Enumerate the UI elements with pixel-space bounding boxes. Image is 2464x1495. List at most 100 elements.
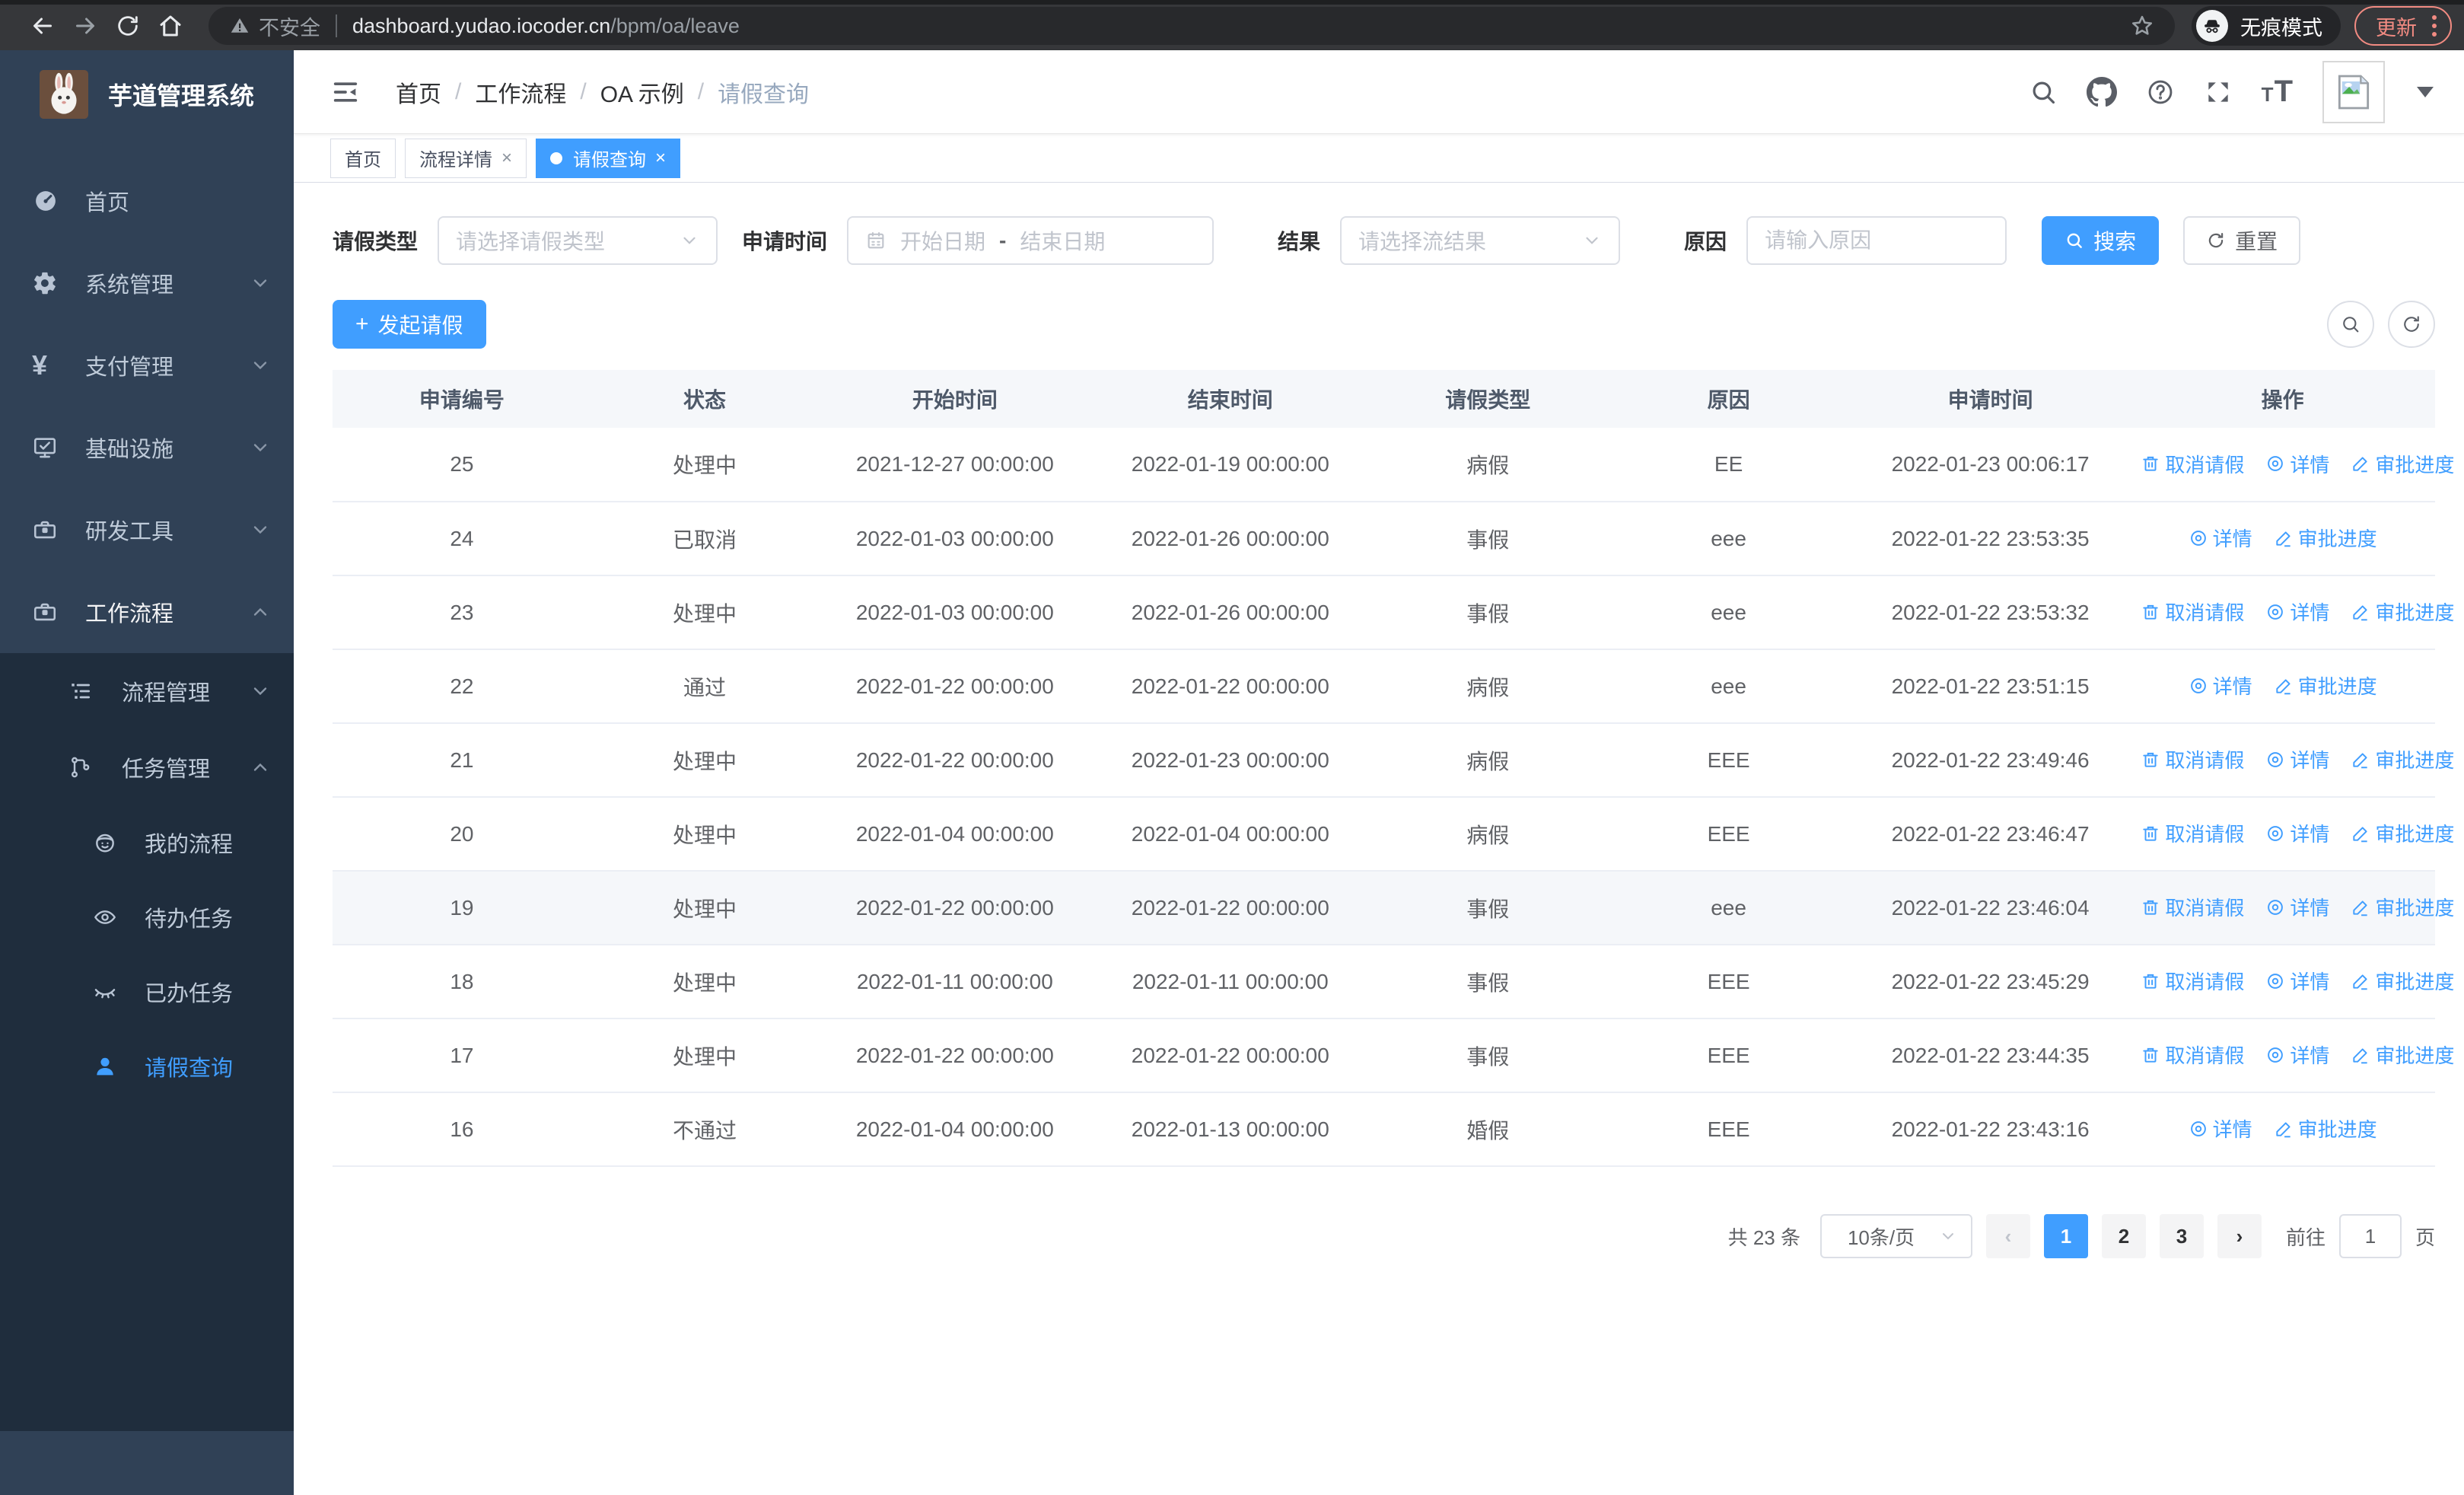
create-leave-button[interactable]: + 发起请假 xyxy=(333,300,486,349)
view-icon xyxy=(2190,1120,2206,1136)
cell-apply-id: 19 xyxy=(333,871,591,945)
monitor-icon xyxy=(32,435,62,461)
app-logo-row[interactable]: 芋道管理系统 xyxy=(0,50,294,139)
refresh-table-button[interactable] xyxy=(2388,301,2435,348)
home-button[interactable] xyxy=(149,6,192,46)
edit-icon xyxy=(2353,605,2368,621)
action-progress-link[interactable]: 审批进度 xyxy=(2351,745,2454,773)
breadcrumb-workflow[interactable]: 工作流程 xyxy=(475,75,566,109)
goto-page-input[interactable] xyxy=(2338,1214,2402,1258)
help-button[interactable] xyxy=(2146,78,2175,107)
chevron-down-icon xyxy=(250,681,271,702)
action-progress-link[interactable]: 审批进度 xyxy=(2351,1041,2454,1069)
toggle-search-button[interactable] xyxy=(2327,301,2374,348)
cell-end-time: 2022-01-11 00:00:00 xyxy=(1091,945,1370,1019)
page-1-button[interactable]: 1 xyxy=(2043,1214,2088,1258)
next-page-button[interactable]: › xyxy=(2217,1214,2262,1258)
omnibox-divider xyxy=(336,14,337,37)
back-button[interactable] xyxy=(21,6,64,46)
avatar[interactable] xyxy=(2322,60,2385,123)
tag-home[interactable]: 首页 xyxy=(330,138,396,178)
reason-input[interactable] xyxy=(1765,228,1989,253)
forward-icon xyxy=(76,18,94,34)
cell-reason: EEE xyxy=(1606,945,1851,1019)
reload-button[interactable] xyxy=(107,6,149,46)
breadcrumb-oa-example[interactable]: OA 示例 xyxy=(600,75,684,109)
action-progress-link[interactable]: 审批进度 xyxy=(2274,524,2377,552)
sidebar-item-payment[interactable]: ¥ 支付管理 xyxy=(0,324,294,406)
result-select[interactable]: 请选择流结果 xyxy=(1340,216,1621,265)
sidebar-item-dev-tools[interactable]: 研发工具 xyxy=(0,489,294,571)
edit-icon xyxy=(2276,679,2291,695)
sidebar-item-system[interactable]: 系统管理 xyxy=(0,242,294,324)
sidebar-item-leave-query[interactable]: 请假查询 xyxy=(0,1029,294,1104)
font-size-button[interactable]: TT xyxy=(2262,75,2294,109)
chevron-down-icon xyxy=(250,355,271,376)
sidebar-item-process-management[interactable]: 流程管理 xyxy=(0,653,294,729)
close-icon[interactable]: × xyxy=(501,148,512,169)
tag-leave-query[interactable]: 请假查询 × xyxy=(536,138,681,178)
bookmark-star-button[interactable] xyxy=(2129,13,2155,39)
refresh-icon xyxy=(2404,316,2419,332)
action-cancel-link[interactable]: 取消请假 xyxy=(2141,819,2244,847)
sidebar-item-home[interactable]: 首页 xyxy=(0,160,294,242)
close-icon[interactable]: × xyxy=(655,148,666,169)
action-detail-link[interactable]: 详情 xyxy=(2189,1114,2252,1143)
view-icon xyxy=(2268,973,2284,989)
url-bar[interactable]: 不安全 dashboard.yudao.iocoder.cn/bpm/oa/le… xyxy=(209,7,2175,45)
leave-query-page: 请假类型 请选择请假类型 申请时间 开始日期 - 结束日期 结果 请选择流结果 xyxy=(294,183,2464,1258)
action-cancel-link[interactable]: 取消请假 xyxy=(2141,745,2244,773)
action-progress-link[interactable]: 审批进度 xyxy=(2274,671,2377,700)
sidebar-collapse-button[interactable] xyxy=(330,77,361,107)
action-progress-link[interactable]: 审批进度 xyxy=(2274,1114,2377,1143)
caret-down-icon[interactable] xyxy=(2417,86,2434,97)
update-button[interactable]: 更新 xyxy=(2354,6,2452,46)
action-detail-link[interactable]: 详情 xyxy=(2265,967,2329,995)
sidebar-item-done-tasks[interactable]: 已办任务 xyxy=(0,955,294,1029)
cell-status: 处理中 xyxy=(591,797,819,872)
breadcrumb-home[interactable]: 首页 xyxy=(396,75,441,109)
briefcase-icon xyxy=(32,599,62,625)
search-button[interactable]: 搜索 xyxy=(2042,216,2160,265)
fullscreen-button[interactable] xyxy=(2204,78,2233,107)
more-vert-icon[interactable] xyxy=(2432,15,2437,37)
action-progress-link[interactable]: 审批进度 xyxy=(2351,450,2454,478)
apply-time-range-picker[interactable]: 开始日期 - 结束日期 xyxy=(847,216,1214,265)
leave-type-select[interactable]: 请选择请假类型 xyxy=(438,216,718,265)
user-icon xyxy=(93,1054,123,1079)
action-cancel-link[interactable]: 取消请假 xyxy=(2141,450,2244,478)
tag-process-detail[interactable]: 流程详情 × xyxy=(405,138,527,178)
page-unit-label: 页 xyxy=(2415,1226,2435,1249)
action-detail-link[interactable]: 详情 xyxy=(2265,819,2329,847)
reset-button[interactable]: 重置 xyxy=(2183,216,2301,265)
action-cancel-link[interactable]: 取消请假 xyxy=(2141,1041,2244,1069)
action-detail-link[interactable]: 详情 xyxy=(2265,1041,2329,1069)
github-link[interactable] xyxy=(2086,76,2117,107)
header-search-button[interactable] xyxy=(2029,78,2058,107)
action-detail-link[interactable]: 详情 xyxy=(2265,745,2329,773)
action-detail-link[interactable]: 详情 xyxy=(2189,671,2252,700)
action-cancel-link[interactable]: 取消请假 xyxy=(2141,598,2244,626)
action-progress-link[interactable]: 审批进度 xyxy=(2351,598,2454,626)
prev-page-button[interactable]: ‹ xyxy=(1985,1214,2030,1258)
action-detail-link[interactable]: 详情 xyxy=(2265,450,2329,478)
col-operations: 操作 xyxy=(2130,370,2435,428)
page-3-button[interactable]: 3 xyxy=(2159,1214,2204,1258)
security-label[interactable]: 不安全 xyxy=(259,11,320,41)
forward-button[interactable] xyxy=(64,6,107,46)
action-detail-link[interactable]: 详情 xyxy=(2189,524,2252,552)
action-progress-link[interactable]: 审批进度 xyxy=(2351,967,2454,995)
sidebar-item-my-process[interactable]: 我的流程 xyxy=(0,805,294,880)
sidebar-item-infrastructure[interactable]: 基础设施 xyxy=(0,406,294,489)
action-progress-link[interactable]: 审批进度 xyxy=(2351,819,2454,847)
action-detail-link[interactable]: 详情 xyxy=(2265,598,2329,626)
sidebar-item-workflow[interactable]: 工作流程 xyxy=(0,571,294,653)
sidebar-item-todo-tasks[interactable]: 待办任务 xyxy=(0,880,294,955)
action-progress-link[interactable]: 审批进度 xyxy=(2351,893,2454,921)
action-cancel-link[interactable]: 取消请假 xyxy=(2141,893,2244,921)
action-cancel-link[interactable]: 取消请假 xyxy=(2141,967,2244,995)
action-detail-link[interactable]: 详情 xyxy=(2265,893,2329,921)
page-size-select[interactable]: 10条/页 xyxy=(1819,1214,1972,1258)
page-2-button[interactable]: 2 xyxy=(2101,1214,2146,1258)
sidebar-item-task-management[interactable]: 任务管理 xyxy=(0,729,294,805)
